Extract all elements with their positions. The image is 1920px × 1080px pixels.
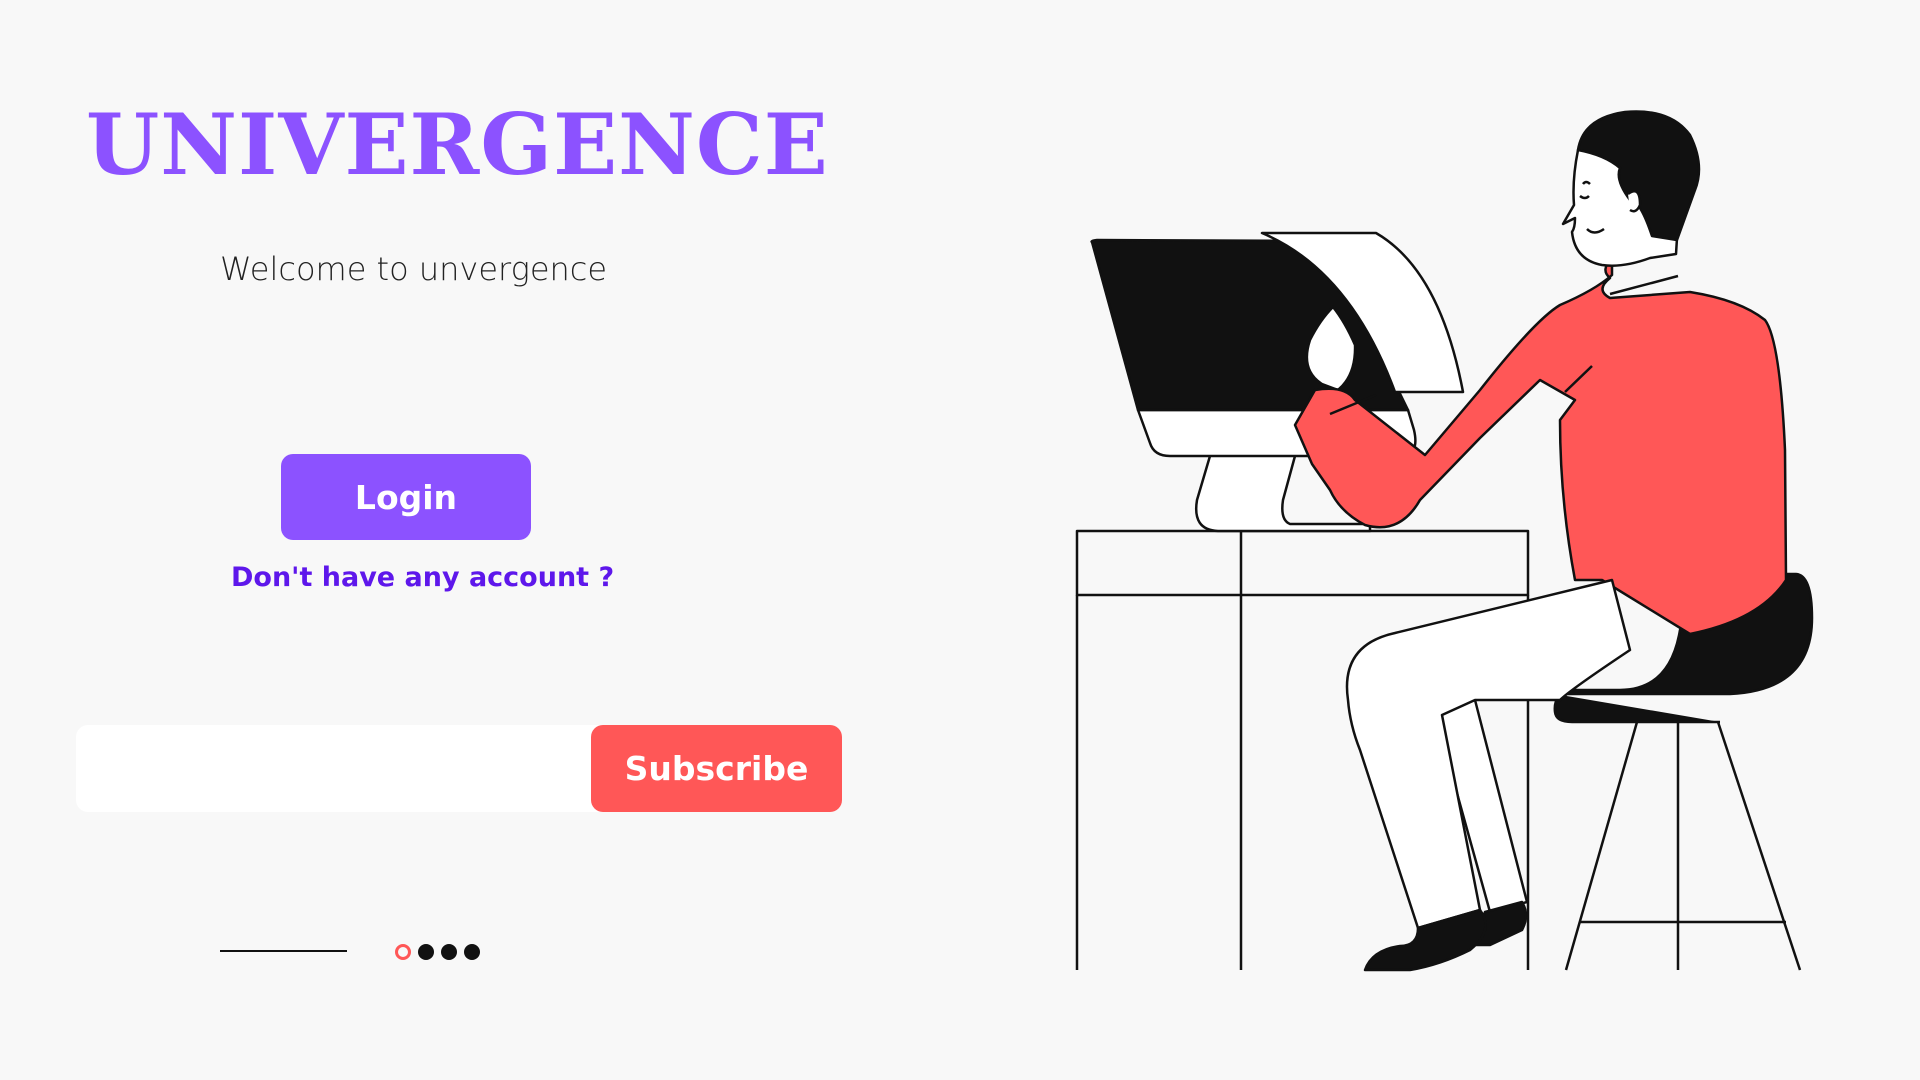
pager-dots xyxy=(395,944,480,960)
subscribe-form: Subscribe xyxy=(76,725,842,812)
pager-dot-active[interactable] xyxy=(395,944,411,960)
login-button[interactable]: Login xyxy=(281,454,531,540)
pager-dot[interactable] xyxy=(464,944,480,960)
signup-link[interactable]: Don't have any account ? xyxy=(231,562,614,593)
head-illustration xyxy=(1561,110,1701,267)
subscribe-email-input[interactable] xyxy=(76,725,616,812)
welcome-text: Welcome to unvergence xyxy=(220,250,608,288)
pager-divider xyxy=(220,950,347,952)
person-at-computer-desk-illustration xyxy=(1075,110,1814,972)
subscribe-button[interactable]: Subscribe xyxy=(591,725,842,812)
pager-dot[interactable] xyxy=(418,944,434,960)
pager-dot[interactable] xyxy=(441,944,457,960)
brand-title: UNIVERGENCE xyxy=(86,95,829,194)
